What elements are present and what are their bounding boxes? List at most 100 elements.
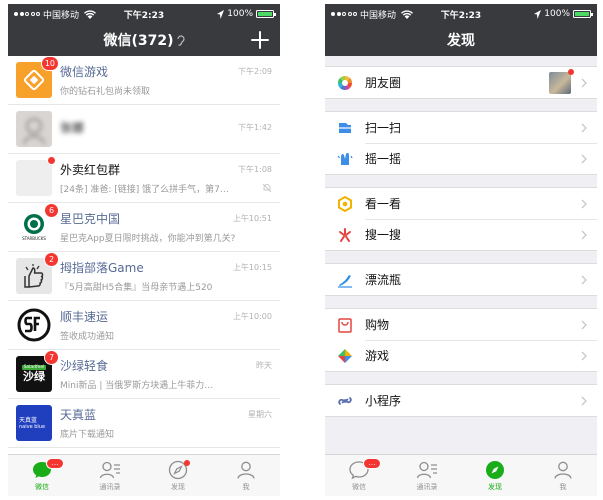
chat-row[interactable]: 天真蓝 naive blue 天真蓝 星期六 底片下载通知 (8, 399, 280, 448)
signal-icon (331, 12, 357, 16)
status-bar: 中国移动 下午2:23 100% (325, 4, 597, 24)
discover-group: 扫一扫 摇一摇 (325, 111, 597, 175)
page-title: 微信(372) (103, 33, 174, 49)
me-icon (554, 461, 572, 479)
chat-time: 星期六 (248, 410, 272, 419)
tab-badge: … (46, 458, 64, 469)
carrier-label: 中国移动 (360, 10, 397, 21)
chat-time: 下午2:09 (238, 67, 272, 76)
chat-list: 10 微信游戏 下午2:09 你的钻石礼包尚未领取 张娜 下午1:42 外卖红包… (8, 56, 280, 454)
row-label: 购物 (365, 318, 390, 332)
location-arrow-icon (534, 9, 542, 19)
portrait-sketch-icon (16, 111, 52, 147)
chat-preview: 星巴克App夏日限时挑战，你能冲到第几关? (60, 234, 236, 244)
chat-time: 下午1:08 (238, 165, 272, 174)
chat-row[interactable]: STARBUCKS 6 星巴克中国 上午10:51 星巴克App夏日限时挑战，你… (8, 203, 280, 252)
tab-me[interactable]: 我 (212, 455, 280, 496)
tab-chats[interactable]: … 微信 (325, 455, 393, 496)
chat-preview: 『5月高甜H5合集』当母亲节遇上520 (60, 283, 213, 293)
chat-row[interactable]: Saladfeel 沙绿 7 沙绿轻食 昨天 Mini新品 | 当俄罗斯方块遇上… (8, 350, 280, 399)
search-icon (339, 227, 351, 242)
discover-group: 小程序 (325, 384, 597, 417)
status-bar: 中国移动 下午2:23 100% (8, 4, 280, 24)
row-label: 看一看 (365, 197, 402, 211)
discover-row-moments[interactable]: 朋友圈 (325, 67, 597, 98)
chevron-right-icon (581, 351, 587, 360)
discover-row-games[interactable]: 游戏 (325, 340, 597, 371)
signal-icon (14, 12, 40, 16)
tab-contacts[interactable]: 通讯录 (393, 455, 461, 496)
chat-name: 沙绿轻食 (60, 359, 109, 373)
unread-badge: 2 (44, 252, 59, 267)
earpiece-mode-icon (176, 34, 185, 46)
saladfeel-caption: 沙绿 (23, 369, 45, 383)
row-label: 小程序 (365, 394, 402, 408)
moments-thumbnail (549, 68, 574, 94)
row-label: 扫一扫 (365, 121, 402, 135)
tab-dot (184, 460, 190, 466)
top-bar: 中国移动 下午2:23 100% 微信(372) (8, 4, 280, 56)
row-label: 摇一摇 (365, 152, 402, 166)
discover-row-mini-programs[interactable]: 小程序 (325, 385, 597, 416)
chat-preview: 你的钻石礼包尚未领取 (60, 87, 151, 97)
tab-bar: … 微信 通讯录 发现 我 (8, 454, 280, 496)
chevron-right-icon (581, 123, 587, 132)
discover-row-drift-bottle[interactable]: 漂流瓶 (325, 264, 597, 295)
title-bar: 发现 (325, 24, 597, 56)
contacts-icon (416, 461, 437, 479)
contacts-icon (99, 461, 120, 479)
tab-label: 我 (559, 483, 567, 491)
chat-time: 上午10:51 (232, 214, 272, 223)
page-title: 发现 (447, 33, 475, 49)
chat-time: 昨天 (256, 361, 272, 370)
battery-percent: 100% (544, 9, 570, 19)
tab-discover[interactable]: 发现 (461, 455, 529, 496)
discover-row-shake[interactable]: 摇一摇 (325, 143, 597, 174)
chats-screen: 中国移动 下午2:23 100% 微信(372) 10 微信游戏 下午2:09 … (8, 4, 280, 496)
chevron-right-icon (581, 396, 587, 405)
row-label: 漂流瓶 (365, 273, 402, 287)
chat-name: 天真蓝 (60, 408, 97, 422)
discover-row-top-stories[interactable]: 看一看 (325, 188, 597, 219)
naive-blue-logo-icon: 天真蓝 naive blue (16, 405, 52, 441)
tab-label: 我 (242, 483, 250, 491)
discover-group: 漂流瓶 (325, 263, 597, 296)
tab-label: 微信 (352, 483, 366, 491)
scan-icon (339, 122, 351, 133)
chat-name: 外卖红包群 (60, 163, 121, 177)
discover-screen: 中国移动 下午2:23 100% 发现 朋友圈 扫一扫 摇一摇 看一看 搜一搜 … (325, 4, 597, 496)
chat-row[interactable]: 外卖红包群 下午1:08 [24条] 准爸: [链接] 饿了么拼手气，第7… (8, 154, 280, 203)
chat-row[interactable]: 顺丰速运 上午10:00 签收成功通知 (8, 301, 280, 350)
tab-label: 微信 (35, 483, 49, 491)
tab-me[interactable]: 我 (529, 455, 597, 496)
battery-percent: 100% (227, 9, 253, 19)
discover-row-search[interactable]: 搜一搜 (325, 219, 597, 250)
chat-preview: Mini新品 | 当俄罗斯方块遇上牛菲力… (60, 381, 214, 391)
moments-icon (337, 75, 353, 90)
discover-group: 购物 游戏 (325, 308, 597, 372)
chat-row[interactable]: 2 拇指部落Game 上午10:15 『5月高甜H5合集』当母亲节遇上520 (8, 252, 280, 301)
unread-badge: 10 (40, 56, 59, 71)
group-grid-icon (16, 160, 52, 196)
tab-badge: … (363, 458, 381, 469)
tab-chats[interactable]: … 微信 (8, 455, 76, 496)
tab-contacts[interactable]: 通讯录 (76, 455, 144, 496)
chat-name: 微信游戏 (60, 65, 109, 79)
chevron-right-icon (581, 320, 587, 329)
discover-row-shopping[interactable]: 购物 (325, 309, 597, 340)
location-arrow-icon (217, 9, 225, 19)
chat-row[interactable]: 10 微信游戏 下午2:09 你的钻石礼包尚未领取 (8, 56, 280, 105)
me-icon (237, 461, 255, 479)
naive-blue-caption: 天真蓝 (19, 416, 38, 424)
carrier-label: 中国移动 (43, 10, 80, 21)
wifi-icon (84, 9, 97, 19)
chat-row[interactable]: 张娜 下午1:42 (8, 105, 280, 154)
tab-label: 通讯录 (416, 483, 438, 491)
top-stories-icon (338, 195, 352, 212)
chevron-right-icon (581, 154, 587, 163)
battery-icon (256, 10, 276, 18)
discover-row-scan[interactable]: 扫一扫 (325, 112, 597, 143)
tab-discover[interactable]: 发现 (144, 455, 212, 496)
chevron-right-icon (581, 78, 587, 87)
add-plus-button[interactable] (250, 30, 270, 50)
